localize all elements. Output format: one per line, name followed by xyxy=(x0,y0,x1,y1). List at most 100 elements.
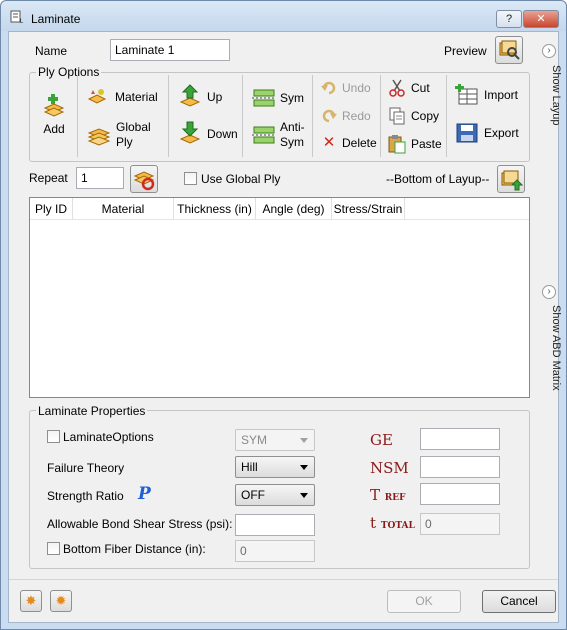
strength-ratio-select[interactable]: OFF xyxy=(235,484,315,506)
sym-icon xyxy=(252,89,276,107)
import-button[interactable]: Import xyxy=(455,84,518,106)
use-global-ply-checkbox[interactable] xyxy=(184,172,197,185)
down-label: Down xyxy=(207,127,238,141)
laminate-app-icon: L xyxy=(10,10,24,24)
import-label: Import xyxy=(484,88,519,102)
repeat-input[interactable]: 1 xyxy=(76,167,124,189)
export-label: Export xyxy=(484,126,519,140)
show-layup-chevron-icon[interactable]: › xyxy=(542,44,556,58)
move-up-icon xyxy=(179,84,201,107)
dialog-client: Name Laminate 1 Preview Ply Options Add xyxy=(8,31,559,623)
toolbar-separator xyxy=(446,75,447,157)
use-global-ply-label: Use Global Ply xyxy=(201,172,281,186)
preview-button[interactable] xyxy=(495,36,523,64)
add-label: Add xyxy=(43,122,65,136)
delete-label: Delete xyxy=(342,136,377,150)
footer-divider xyxy=(9,579,558,580)
ge-label: GE xyxy=(370,431,393,449)
repeat-layers-icon xyxy=(133,171,155,191)
failure-theory-select[interactable]: Hill xyxy=(235,456,315,478)
global-ply-button[interactable]: Global Ply xyxy=(87,120,151,150)
laminate-properties-title: Laminate Properties xyxy=(36,404,148,418)
laminate-dialog: L Laminate ? ✕ Name Laminate 1 Preview P… xyxy=(0,0,567,630)
ge-input[interactable] xyxy=(420,428,500,450)
export-button[interactable]: Export xyxy=(455,122,519,144)
footer-options-button-2[interactable]: ✹ xyxy=(50,590,72,612)
cut-label: Cut xyxy=(411,81,430,95)
failure-theory-label: Failure Theory xyxy=(47,461,125,475)
column-angle[interactable]: Angle (deg) xyxy=(256,198,332,220)
svg-text:L: L xyxy=(20,19,24,24)
anti-sym-label: Anti- Sym xyxy=(280,120,305,149)
bottom-fiber-input: 0 xyxy=(235,540,315,562)
gear-star-icon: ✸ xyxy=(25,593,37,608)
undo-button[interactable]: Undo xyxy=(320,79,371,97)
global-ply-icon xyxy=(87,128,111,146)
strength-ratio-value: OFF xyxy=(241,488,265,502)
global-ply-label: Global Ply xyxy=(116,120,151,149)
scissors-icon xyxy=(389,79,405,97)
window-title: Laminate xyxy=(31,12,81,26)
bottom-of-layup-button[interactable] xyxy=(497,165,525,193)
show-abd-matrix-tab[interactable]: Show ABD Matrix xyxy=(550,305,562,391)
tref-label: T REF xyxy=(370,486,406,504)
up-label: Up xyxy=(207,90,223,104)
laminate-options-select: SYM xyxy=(235,429,315,451)
name-label: Name xyxy=(35,44,68,58)
toolbar-separator xyxy=(242,75,243,157)
toolbar-separator xyxy=(77,75,78,157)
footer-options-button-1[interactable]: ✸ xyxy=(20,590,42,612)
ply-table[interactable]: Ply ID Material Thickness (in) Angle (de… xyxy=(29,197,530,398)
column-thickness[interactable]: Thickness (in) xyxy=(174,198,256,220)
repeat-label: Repeat xyxy=(29,171,68,185)
ok-button[interactable]: OK xyxy=(387,590,461,613)
sym-label: Sym xyxy=(280,91,304,105)
add-layers-icon xyxy=(43,94,65,117)
strength-ratio-p-icon[interactable]: P xyxy=(138,484,151,504)
laminate-options-value: SYM xyxy=(241,433,268,447)
allowable-bond-input[interactable] xyxy=(235,514,315,536)
help-button[interactable]: ? xyxy=(496,10,522,28)
delete-button[interactable]: ✕ Delete xyxy=(320,134,377,152)
column-material[interactable]: Material xyxy=(73,198,174,220)
tref-input[interactable] xyxy=(420,483,500,505)
material-button[interactable]: Material xyxy=(87,87,158,107)
move-up-button[interactable]: Up xyxy=(179,84,222,110)
name-input[interactable]: Laminate 1 xyxy=(110,39,230,61)
paste-icon xyxy=(388,135,406,154)
bottom-fiber-label: Bottom Fiber Distance (in): xyxy=(63,542,206,556)
material-icon xyxy=(87,89,107,104)
nsm-input[interactable] xyxy=(420,456,500,478)
column-ply-id[interactable]: Ply ID xyxy=(30,198,73,220)
copy-button[interactable]: Copy xyxy=(387,106,439,126)
column-stress-strain[interactable]: Stress/Strain xyxy=(332,198,405,220)
copy-icon xyxy=(389,107,405,125)
move-down-icon xyxy=(179,121,201,144)
close-button[interactable]: ✕ xyxy=(523,10,559,28)
laminate-options-checkbox[interactable] xyxy=(47,430,60,443)
add-ply-button[interactable]: Add xyxy=(42,94,66,136)
sym-button[interactable]: Sym xyxy=(252,88,304,108)
show-layup-tab[interactable]: Show Layup xyxy=(550,65,562,126)
ttotal-input: 0 xyxy=(420,513,500,535)
import-icon xyxy=(455,84,478,105)
repeat-apply-button[interactable] xyxy=(130,165,158,193)
redo-label: Redo xyxy=(342,109,371,123)
redo-button[interactable]: Redo xyxy=(320,107,371,125)
chevron-down-icon xyxy=(300,465,308,470)
nsm-label: NSM xyxy=(370,459,409,477)
bottom-of-layup-label: --Bottom of Layup-- xyxy=(386,172,490,186)
title-bar[interactable]: L Laminate ? ✕ xyxy=(1,1,566,31)
redo-icon xyxy=(322,109,337,123)
cancel-button[interactable]: Cancel xyxy=(482,590,556,613)
layup-flip-icon xyxy=(501,170,524,191)
toolbar-separator xyxy=(168,75,169,157)
bottom-fiber-checkbox[interactable] xyxy=(47,542,60,555)
undo-icon xyxy=(321,81,336,95)
ttotal-label: t TOTAL xyxy=(370,514,415,532)
anti-sym-button[interactable]: Anti- Sym xyxy=(252,120,305,150)
move-down-button[interactable]: Down xyxy=(179,121,238,147)
paste-button[interactable]: Paste xyxy=(387,134,442,154)
show-abd-chevron-icon[interactable]: › xyxy=(542,285,556,299)
cut-button[interactable]: Cut xyxy=(387,78,430,98)
